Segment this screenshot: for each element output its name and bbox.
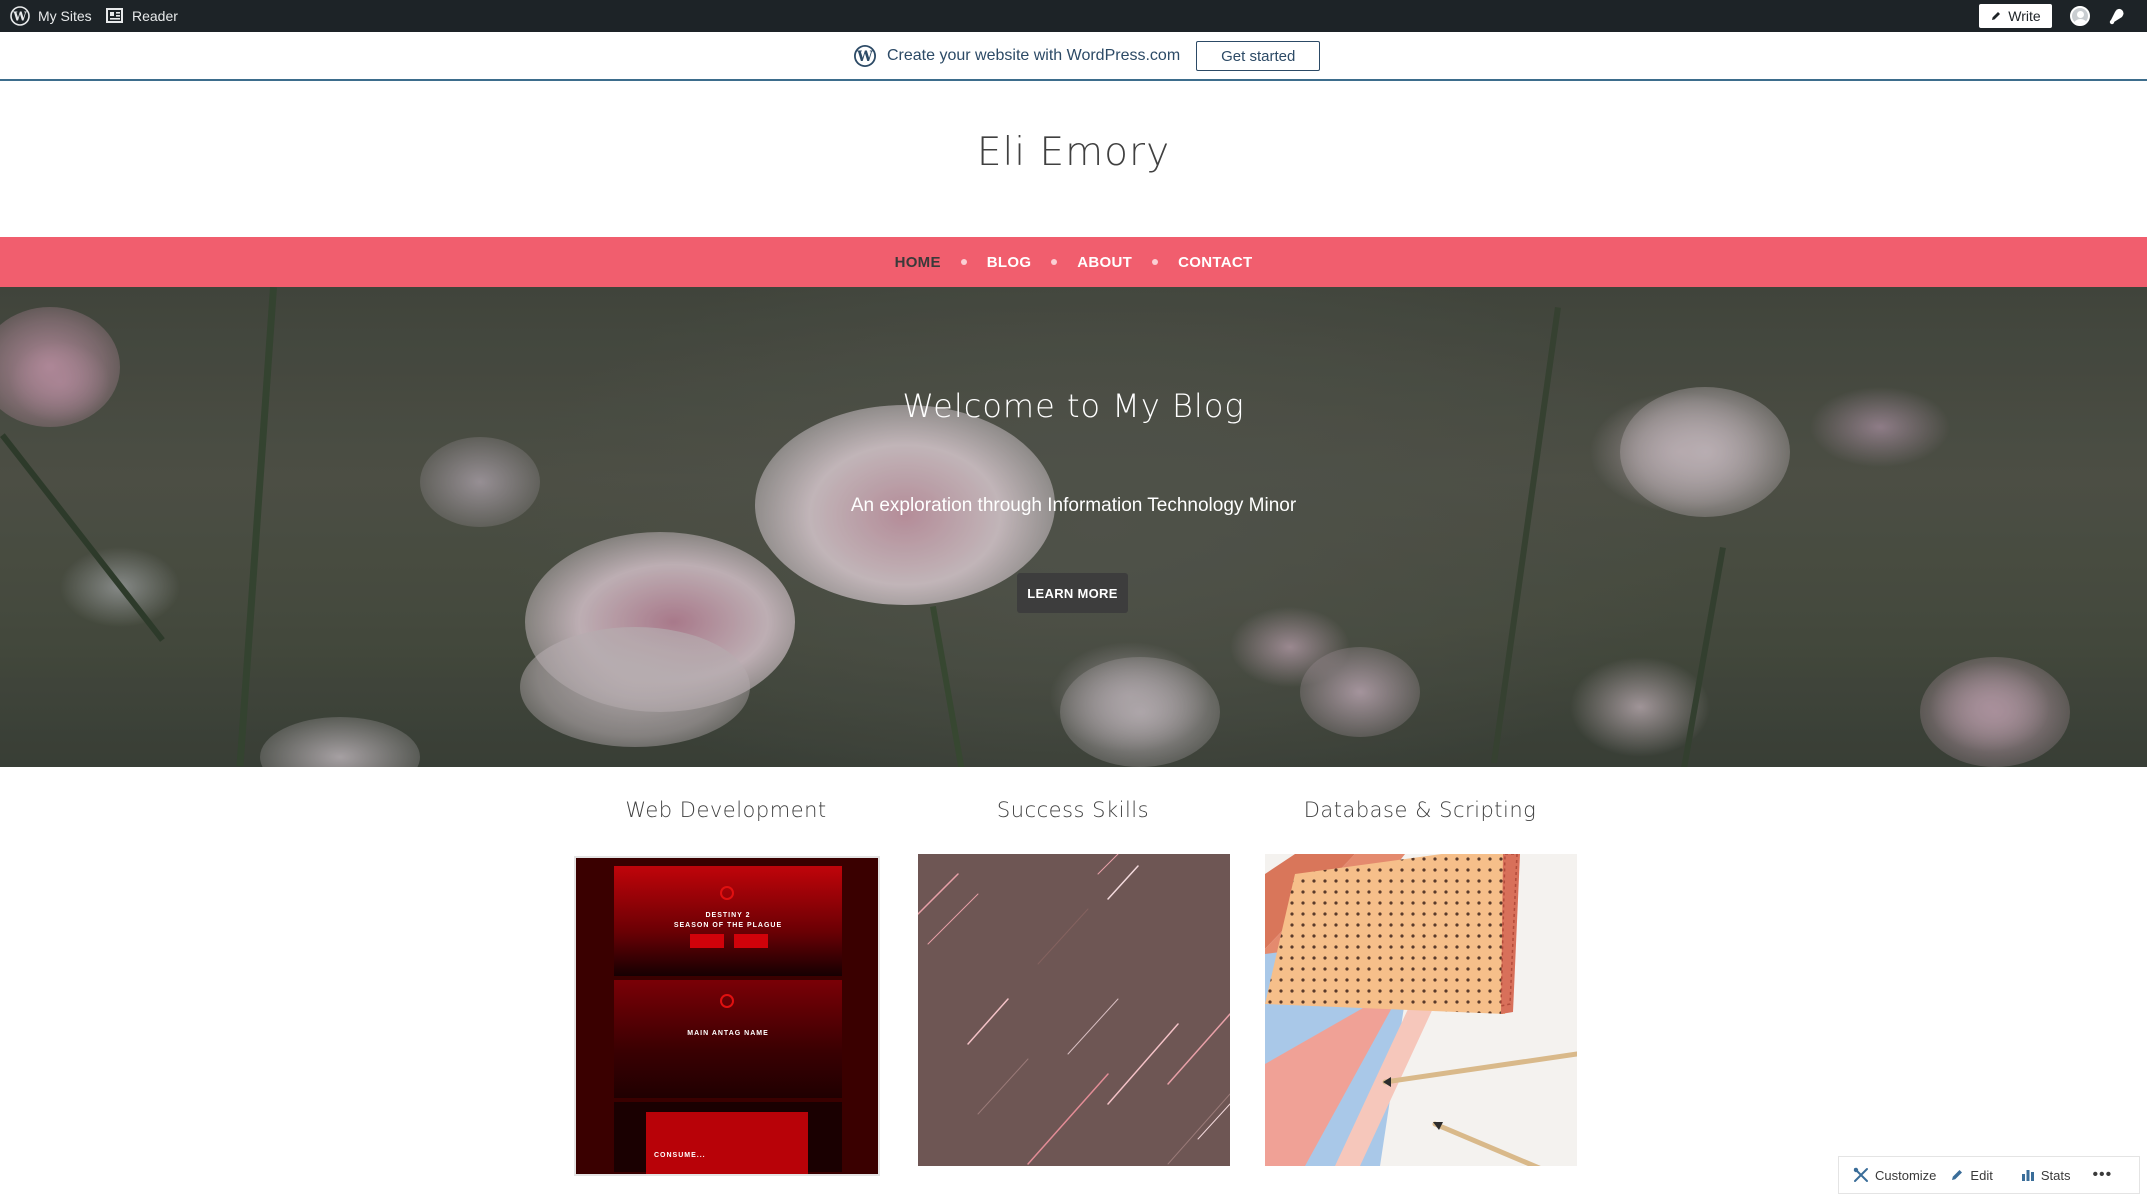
thumb-panel: CONSUME... bbox=[614, 1102, 842, 1174]
banner-text: Create your website with WordPress.com bbox=[887, 47, 1181, 64]
thumb-text: SEASON OF THE PLAGUE bbox=[673, 922, 783, 929]
nav-item-about[interactable]: ABOUT bbox=[1077, 254, 1132, 271]
my-sites-button[interactable]: W My Sites bbox=[10, 0, 92, 32]
hero-section: Welcome to My Blog An exploration throug… bbox=[0, 287, 2147, 767]
wordpress-logo-icon: W bbox=[10, 6, 30, 26]
learn-more-button[interactable]: LEARN MORE bbox=[1017, 573, 1128, 613]
customize-label: Customize bbox=[1875, 1167, 1937, 1183]
streaks-pattern bbox=[918, 854, 1230, 1165]
customize-button[interactable]: Customize bbox=[1853, 1167, 1936, 1183]
thumb-text: DESTINY 2 bbox=[705, 912, 751, 919]
feature-image-success-skills[interactable] bbox=[918, 854, 1230, 1166]
nav-item-blog[interactable]: BLOG bbox=[987, 254, 1032, 271]
main-nav: HOME BLOG ABOUT CONTACT bbox=[0, 237, 2147, 287]
destiny-logo-icon bbox=[720, 994, 734, 1008]
destiny-logo-icon bbox=[720, 886, 734, 900]
svg-text:W: W bbox=[12, 10, 27, 24]
thumb-panel: DESTINY 2 SEASON OF THE PLAGUE bbox=[614, 866, 842, 976]
hero-title: Welcome to My Blog bbox=[902, 387, 1245, 425]
feature-image-web-development[interactable]: DESTINY 2 SEASON OF THE PLAGUE MAIN ANTA… bbox=[574, 856, 880, 1176]
reader-button[interactable]: Reader bbox=[106, 0, 178, 32]
nav-separator bbox=[1051, 259, 1058, 265]
write-label: Write bbox=[2008, 8, 2041, 24]
feature-image-database-scripting[interactable] bbox=[1265, 854, 1577, 1166]
avatar[interactable] bbox=[2070, 6, 2090, 26]
feature-title-database-scripting[interactable]: Database & Scripting bbox=[1260, 798, 1580, 822]
hero-subtitle: An exploration through Information Techn… bbox=[850, 495, 1297, 516]
reader-label: Reader bbox=[132, 8, 178, 24]
wordpress-logo-icon: W bbox=[854, 45, 876, 67]
thumb-button bbox=[690, 934, 724, 948]
pencil-icon bbox=[1952, 1170, 1963, 1180]
write-button[interactable]: Write bbox=[1979, 4, 2052, 28]
get-started-button[interactable]: Get started bbox=[1196, 41, 1321, 71]
my-sites-label: My Sites bbox=[38, 8, 92, 24]
nav-item-home[interactable]: HOME bbox=[895, 254, 941, 271]
edit-label: Edit bbox=[1970, 1167, 1993, 1183]
stats-label: Stats bbox=[2040, 1167, 2071, 1183]
svg-text:W: W bbox=[856, 49, 873, 65]
notebook-photo bbox=[1265, 854, 1577, 1166]
thumb-panel: MAIN ANTAG NAME bbox=[614, 980, 842, 1098]
pencil-icon bbox=[1992, 12, 2001, 20]
admin-bar: W My Sites Reader Write bbox=[0, 0, 2147, 32]
hero-overlay bbox=[0, 287, 2147, 767]
notifications-icon[interactable] bbox=[2107, 6, 2129, 26]
feature-title-success-skills[interactable]: Success Skills bbox=[913, 798, 1233, 822]
feature-title-web-development[interactable]: Web Development bbox=[566, 798, 886, 822]
stats-button[interactable]: Stats bbox=[2021, 1167, 2071, 1183]
nav-separator bbox=[1152, 259, 1159, 265]
nav-separator bbox=[960, 259, 967, 265]
action-bar: Customize Edit Stats ••• bbox=[1838, 1156, 2140, 1194]
bar-chart-icon bbox=[2021, 1170, 2034, 1181]
nav-item-contact[interactable]: CONTACT bbox=[1178, 254, 1252, 271]
wordpress-banner: W Create your website with WordPress.com… bbox=[0, 32, 2147, 81]
tools-icon bbox=[1853, 1167, 1868, 1182]
edit-button[interactable]: Edit bbox=[1950, 1167, 1993, 1183]
thumb-button bbox=[734, 934, 768, 948]
site-title[interactable]: Eli Emory bbox=[0, 130, 2147, 175]
thumb-text: CONSUME... bbox=[654, 1152, 706, 1159]
reader-icon bbox=[106, 8, 123, 23]
more-options-icon[interactable]: ••• bbox=[2092, 1166, 2112, 1184]
thumb-text: MAIN ANTAG NAME bbox=[687, 1030, 769, 1037]
